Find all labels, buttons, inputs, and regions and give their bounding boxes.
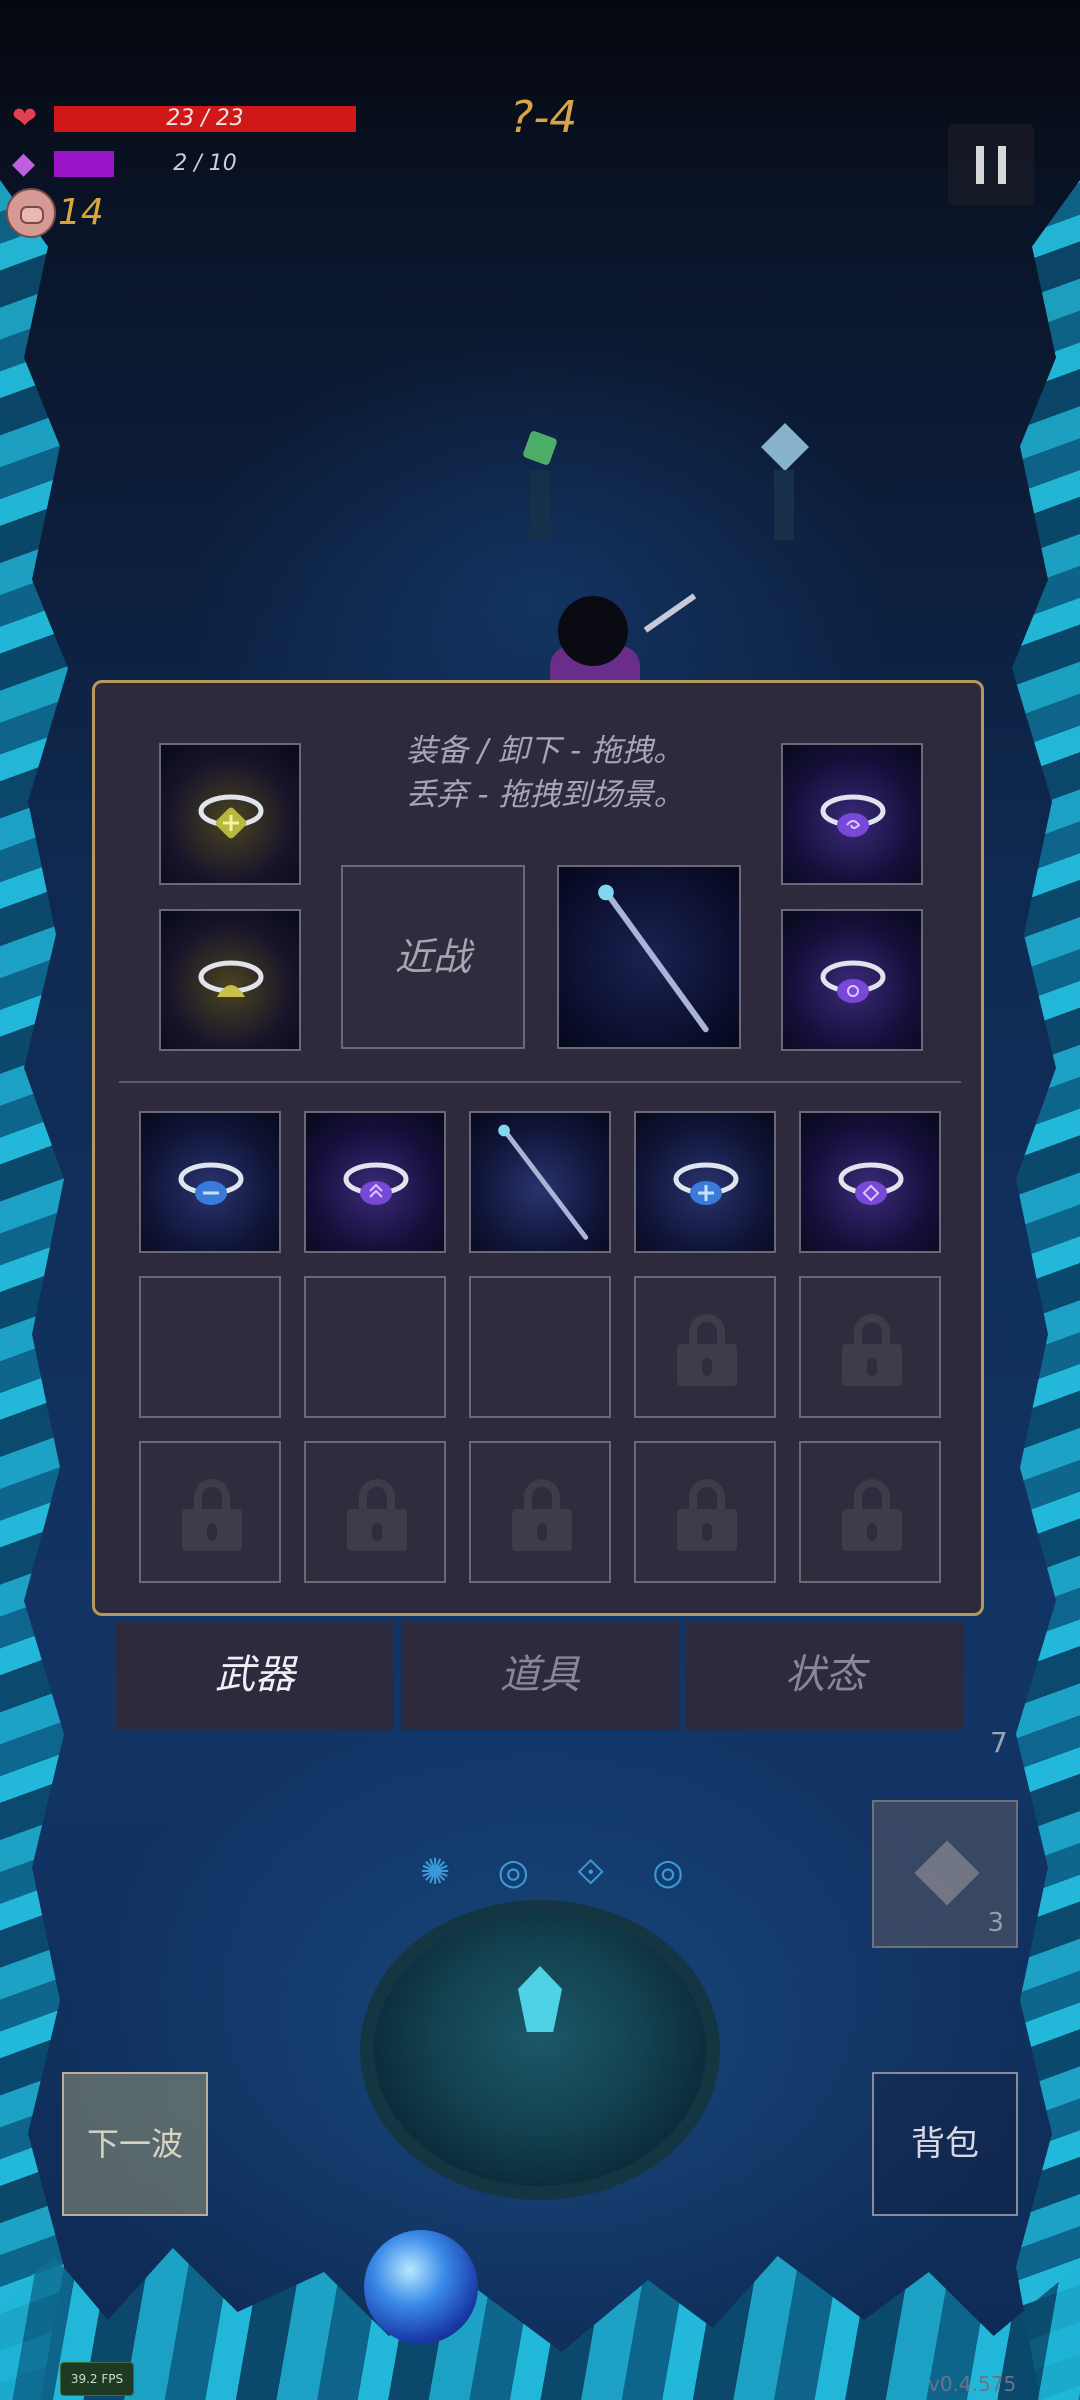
coin-count: 14	[58, 192, 104, 233]
crystal-wall-bottom	[0, 2248, 1080, 2400]
inventory-slot-locked	[634, 1276, 776, 1418]
white-crystal-pedestal	[754, 420, 814, 540]
next-wave-button[interactable]: 下一波	[62, 2072, 208, 2216]
pause-button[interactable]	[948, 124, 1034, 206]
player-wand	[643, 593, 697, 633]
gold-shell-ring-icon	[198, 960, 264, 997]
inventory-slot-locked	[799, 1276, 941, 1418]
blue-minus-ring-icon	[178, 1162, 244, 1205]
crystal-wall-left	[0, 180, 68, 2400]
tab-items[interactable]: 道具	[401, 1622, 679, 1730]
equipment-panel: 装备 / 卸下 - 拖拽。 丢弃 - 拖拽到场景。 近战	[92, 680, 984, 1616]
side-counter: 7	[990, 1726, 1008, 1759]
blue-orb	[364, 2230, 478, 2344]
skill-button[interactable]: 3	[872, 1800, 1018, 1948]
purple-eye-ring-icon	[820, 960, 886, 1003]
instruction-line-2: 丢弃 - 拖拽到场景。	[405, 777, 685, 813]
tab-weapons[interactable]: 武器	[116, 1622, 394, 1730]
inventory-slot-3[interactable]	[469, 1111, 611, 1253]
purple-spiral-ring-icon	[820, 794, 886, 837]
hp-text: 23 / 23	[166, 106, 244, 131]
tab-status[interactable]: 状态	[686, 1622, 964, 1730]
crystal-icon	[914, 1840, 980, 1906]
green-crystal-pedestal	[510, 420, 570, 540]
inventory-slot-locked	[139, 1441, 281, 1583]
lock-icon	[842, 1479, 902, 1551]
equip-slot-ring-4[interactable]	[781, 909, 923, 1051]
purple-diamond-ring-icon	[838, 1162, 904, 1205]
staff-icon	[598, 884, 709, 1033]
inventory-slot-5[interactable]	[799, 1111, 941, 1253]
equip-slot-ring-3[interactable]	[781, 743, 923, 885]
mana-text: 2 / 10	[173, 151, 237, 176]
inventory-slot-4[interactable]	[634, 1111, 776, 1253]
fps-counter: 39.2 FPS	[60, 2362, 134, 2396]
staff-icon	[498, 1124, 589, 1240]
lock-icon	[512, 1479, 572, 1551]
mana-bar: 2 / 10	[54, 151, 356, 177]
panel-tabs: 武器 道具 状态	[116, 1622, 964, 1730]
lock-icon	[677, 1314, 737, 1386]
inventory-slot-locked	[304, 1441, 446, 1583]
backpack-button[interactable]: 背包	[872, 2072, 1018, 2216]
version-label: v0.4.575	[928, 2372, 1017, 2396]
pig-coin-icon	[6, 188, 56, 238]
equip-slot-ring-1[interactable]	[159, 743, 301, 885]
lock-icon	[182, 1479, 242, 1551]
melee-weapon-slot[interactable]: 近战	[341, 865, 525, 1049]
inventory-slot-6[interactable]	[139, 1276, 281, 1418]
pause-icon	[976, 146, 984, 184]
inventory-slot-7[interactable]	[304, 1276, 446, 1418]
level-indicator: ?-4	[510, 92, 578, 143]
instruction-line-1: 装备 / 卸下 - 拖拽。	[405, 733, 685, 769]
purple-chevron-ring-icon	[343, 1162, 409, 1205]
inventory-slot-locked	[634, 1441, 776, 1583]
hp-bar: 23 / 23	[54, 106, 356, 132]
player-character	[540, 596, 650, 686]
mana-diamond-icon: ◆	[12, 146, 36, 181]
instruction-text: 装备 / 卸下 - 拖拽。 丢弃 - 拖拽到场景。	[365, 729, 725, 817]
skill-count: 3	[987, 1908, 1004, 1938]
ranged-weapon-slot[interactable]	[557, 865, 741, 1049]
inventory-slot-locked	[469, 1441, 611, 1583]
lock-icon	[677, 1479, 737, 1551]
altar-runes: ✺ ◎ ⟐ ◎	[420, 1852, 702, 1893]
blue-plus-ring-icon	[673, 1162, 739, 1205]
melee-label: 近战	[394, 935, 471, 979]
lock-icon	[347, 1479, 407, 1551]
inventory-slot-2[interactable]	[304, 1111, 446, 1253]
panel-divider	[119, 1081, 961, 1083]
inventory-slot-1[interactable]	[139, 1111, 281, 1253]
crystal-wall-right	[1012, 180, 1080, 2400]
heart-icon: ❤	[12, 101, 38, 136]
altar-portal	[360, 1900, 720, 2200]
lock-icon	[842, 1314, 902, 1386]
equip-slot-ring-2[interactable]	[159, 909, 301, 1051]
inventory-slot-8[interactable]	[469, 1276, 611, 1418]
inventory-slot-locked	[799, 1441, 941, 1583]
gold-cross-ring-icon	[198, 794, 264, 839]
